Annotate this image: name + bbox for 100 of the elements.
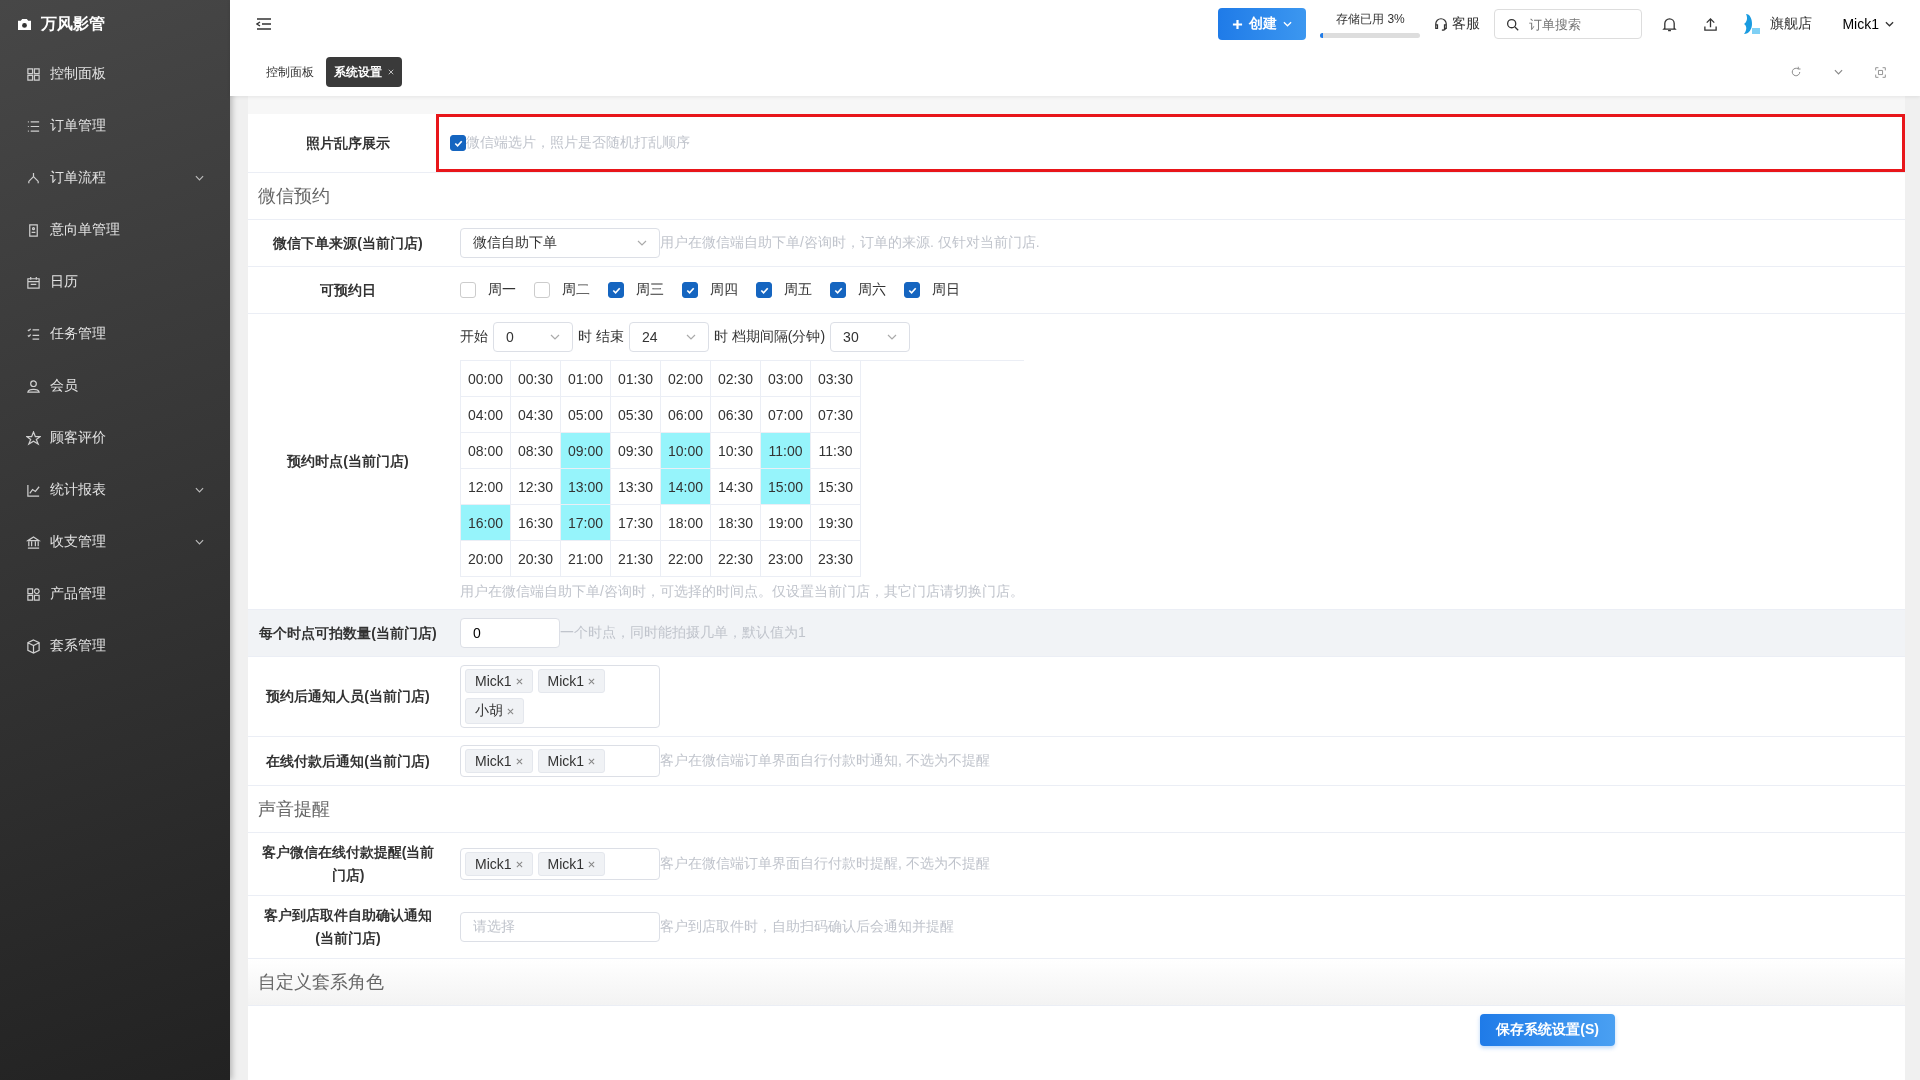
menu-item-icon <box>26 326 41 342</box>
people-select[interactable]: Mick1 Mick1 <box>460 848 660 880</box>
sidebar-item[interactable]: 套系管理 <box>0 620 230 672</box>
remove-icon[interactable] <box>515 677 523 685</box>
time-slot[interactable]: 21:30 <box>611 541 661 577</box>
upload-icon[interactable] <box>1703 16 1719 32</box>
sidebar-item[interactable]: 收支管理 <box>0 516 230 568</box>
day-label: 周二 <box>562 281 590 299</box>
time-slot[interactable]: 06:30 <box>711 397 761 433</box>
page-tab[interactable]: 系统设置 <box>326 57 402 87</box>
remove-icon[interactable] <box>588 757 596 765</box>
time-slot[interactable]: 09:00 <box>561 433 611 469</box>
save-button[interactable]: 保存系统设置(S) <box>1480 1014 1615 1046</box>
refresh-icon[interactable] <box>1790 66 1802 78</box>
checkbox[interactable] <box>450 135 466 151</box>
time-slot[interactable]: 11:00 <box>761 433 811 469</box>
chevron-icon[interactable] <box>1834 69 1843 75</box>
time-slot[interactable]: 00:00 <box>461 361 511 397</box>
time-slot[interactable]: 23:00 <box>761 541 811 577</box>
brand-name: 万风影管 <box>41 13 105 34</box>
time-slot[interactable]: 03:00 <box>761 361 811 397</box>
time-slot[interactable]: 04:30 <box>511 397 561 433</box>
people-select[interactable]: Mick1 Mick1 小胡 <box>460 665 660 728</box>
menu-icon[interactable] <box>256 17 272 31</box>
chevron-icon <box>195 539 204 545</box>
time-slot[interactable]: 22:30 <box>711 541 761 577</box>
time-slot[interactable]: 20:00 <box>461 541 511 577</box>
checkbox[interactable] <box>756 282 772 298</box>
sidebar-item[interactable]: 订单流程 <box>0 152 230 204</box>
time-slot[interactable]: 02:30 <box>711 361 761 397</box>
fullscreen-icon[interactable] <box>1875 66 1886 78</box>
time-slot[interactable]: 21:00 <box>561 541 611 577</box>
checkbox[interactable] <box>608 282 624 298</box>
time-slot[interactable]: 15:00 <box>761 469 811 505</box>
people-select[interactable]: Mick1 Mick1 <box>460 745 660 777</box>
sidebar-item[interactable]: 统计报表 <box>0 464 230 516</box>
sidebar-item[interactable]: 控制面板 <box>0 48 230 100</box>
start-label: 开始 <box>460 328 488 346</box>
menu-label: 顾客评价 <box>50 429 107 447</box>
sidebar-item[interactable]: 产品管理 <box>0 568 230 620</box>
remove-icon[interactable] <box>515 757 523 765</box>
time-slot[interactable]: 08:00 <box>461 433 511 469</box>
checkbox[interactable] <box>904 282 920 298</box>
checkbox[interactable] <box>682 282 698 298</box>
sidebar-item[interactable]: 会员 <box>0 360 230 412</box>
time-slot[interactable]: 19:30 <box>811 505 861 541</box>
user-menu[interactable]: Mick1 <box>1836 15 1900 33</box>
sidebar-item[interactable]: 订单管理 <box>0 100 230 152</box>
time-slot[interactable]: 10:00 <box>661 433 711 469</box>
time-slot[interactable]: 07:30 <box>811 397 861 433</box>
sidebar-item[interactable]: 日历 <box>0 256 230 308</box>
support-button[interactable]: 客服 <box>1434 15 1481 33</box>
time-slot[interactable]: 20:30 <box>511 541 561 577</box>
time-slot[interactable]: 18:00 <box>661 505 711 541</box>
time-slot[interactable]: 23:30 <box>811 541 861 577</box>
time-slot[interactable]: 16:00 <box>461 505 511 541</box>
chevron-icon <box>887 334 898 340</box>
time-slot[interactable]: 05:30 <box>611 397 661 433</box>
sidebar-item[interactable]: 意向单管理 <box>0 204 230 256</box>
time-slot[interactable]: 11:30 <box>811 433 861 469</box>
end-select[interactable]: 24 <box>628 322 709 352</box>
sidebar-item[interactable]: 顾客评价 <box>0 412 230 464</box>
hint-text: 客户在微信端订单界面自行付款时提醒, 不选为不提醒 <box>660 855 990 873</box>
bell-icon[interactable] <box>1662 16 1678 32</box>
time-slot[interactable]: 19:00 <box>761 505 811 541</box>
time-slot[interactable]: 00:30 <box>511 361 561 397</box>
time-slot[interactable]: 15:30 <box>811 469 861 505</box>
time-slot[interactable]: 18:30 <box>711 505 761 541</box>
hint-text: 客户在微信端订单界面自行付款时通知, 不选为不提醒 <box>660 752 990 770</box>
start-select[interactable]: 0 <box>493 322 573 352</box>
time-slot[interactable]: 03:30 <box>811 361 861 397</box>
remove-icon[interactable] <box>507 707 514 715</box>
time-slot[interactable]: 22:00 <box>661 541 711 577</box>
menu-label: 意向单管理 <box>50 221 121 239</box>
time-slot[interactable]: 17:30 <box>611 505 661 541</box>
source-select[interactable]: 微信自助下单 <box>460 228 660 258</box>
time-slot[interactable]: 13:00 <box>561 469 611 505</box>
sidebar-item[interactable]: 任务管理 <box>0 308 230 360</box>
menu-label: 套系管理 <box>50 637 107 655</box>
menu-item-icon <box>26 534 41 550</box>
time-slot[interactable]: 04:00 <box>461 397 511 433</box>
day-label: 周日 <box>932 281 960 299</box>
time-slot[interactable]: 02:00 <box>661 361 711 397</box>
time-slot[interactable]: 17:00 <box>561 505 611 541</box>
day-label: 周一 <box>488 281 516 299</box>
quantity-field[interactable]: 0 <box>460 618 560 648</box>
menu-item-icon <box>26 222 41 238</box>
remove-icon[interactable] <box>588 677 596 685</box>
interval-select[interactable]: 30 <box>830 322 911 352</box>
remove-icon[interactable] <box>588 860 596 868</box>
chevron-icon <box>195 487 204 493</box>
time-slot[interactable]: 01:30 <box>611 361 661 397</box>
close-icon[interactable] <box>388 69 394 75</box>
field-label: 每个时点可拍数量(当前门店) <box>258 623 438 643</box>
create-button[interactable]: 创建 <box>1218 8 1307 40</box>
time-slot[interactable]: 01:00 <box>561 361 611 397</box>
time-slot[interactable]: 14:00 <box>661 469 711 505</box>
remove-icon[interactable] <box>515 860 523 868</box>
checkbox[interactable] <box>830 282 846 298</box>
search-field[interactable]: 订单搜索 <box>1494 9 1643 39</box>
